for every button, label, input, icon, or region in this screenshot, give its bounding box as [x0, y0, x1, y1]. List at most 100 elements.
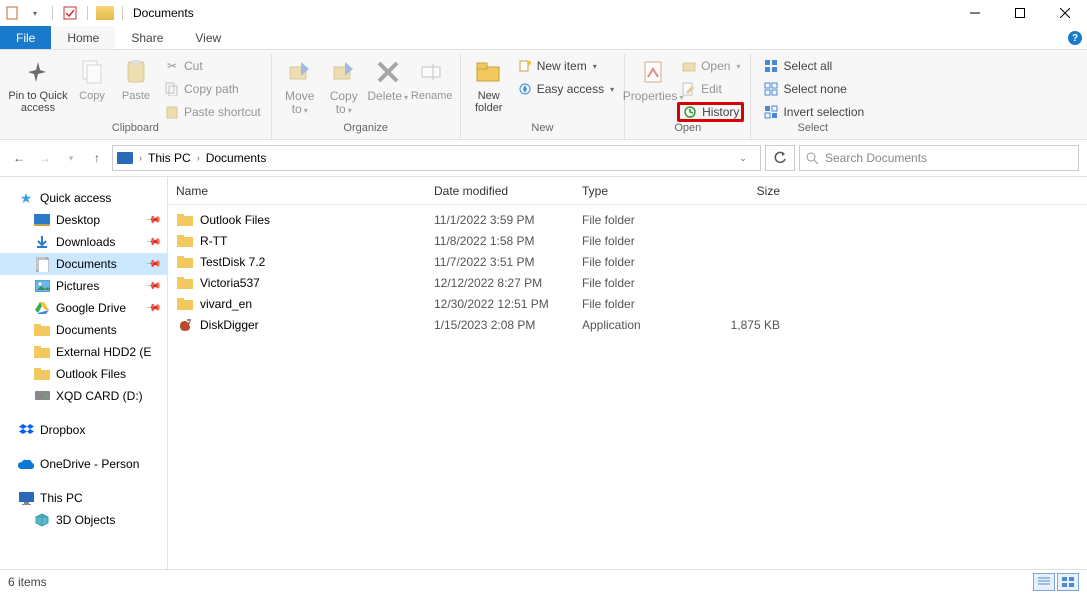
delete-button[interactable]: Delete▾: [366, 54, 410, 120]
refresh-button[interactable]: [765, 145, 795, 171]
easy-access-icon: [517, 81, 533, 97]
folder-icon: [176, 275, 194, 291]
move-to-button[interactable]: Move to▾: [278, 54, 322, 120]
sidebar-documents-2[interactable]: Documents: [0, 319, 167, 341]
tab-share[interactable]: Share: [115, 26, 179, 49]
this-pc-icon: [117, 152, 133, 164]
sidebar-desktop[interactable]: Desktop📌: [0, 209, 167, 231]
quick-access-toolbar: ▾: [4, 4, 127, 22]
copy-to-button[interactable]: Copy to▾: [322, 54, 366, 120]
main-area: ★Quick access Desktop📌 Downloads📌 Docume…: [0, 176, 1087, 569]
search-input[interactable]: Search Documents: [799, 145, 1079, 171]
qat-properties-icon[interactable]: [4, 4, 22, 22]
qat-check-icon[interactable]: [61, 4, 79, 22]
large-icons-view-button[interactable]: [1057, 573, 1079, 591]
delete-icon: [372, 56, 404, 88]
sidebar-outlook-files[interactable]: Outlook Files: [0, 363, 167, 385]
copy-to-icon: [328, 56, 360, 88]
help-icon: ?: [1068, 31, 1082, 45]
paste-button[interactable]: Paste: [114, 54, 158, 120]
breadcrumb-documents[interactable]: Documents: [206, 151, 267, 165]
new-item-icon: [517, 58, 533, 74]
properties-button[interactable]: Properties▾: [631, 54, 675, 120]
paste-shortcut-button[interactable]: Paste shortcut: [160, 102, 265, 122]
sidebar-onedrive[interactable]: OneDrive - Person: [0, 453, 167, 475]
file-name: Outlook Files: [200, 213, 434, 227]
ribbon-group-select: Select all Select none Invert selection …: [751, 54, 874, 139]
up-button[interactable]: ↑: [86, 147, 108, 169]
move-to-icon: [284, 56, 316, 88]
sidebar-downloads[interactable]: Downloads📌: [0, 231, 167, 253]
file-row[interactable]: DiskDigger1/15/2023 2:08 PMApplication1,…: [176, 314, 1087, 335]
status-bar: 6 items: [0, 569, 1087, 593]
sidebar-external-hdd[interactable]: External HDD2 (E: [0, 341, 167, 363]
sidebar-this-pc[interactable]: This PC: [0, 487, 167, 509]
open-button[interactable]: Open▾: [677, 56, 744, 76]
tab-home[interactable]: Home: [51, 26, 115, 49]
invert-selection-button[interactable]: Invert selection: [759, 102, 868, 122]
select-all-button[interactable]: Select all: [759, 56, 868, 76]
file-date: 11/7/2022 3:51 PM: [434, 255, 582, 269]
breadcrumb-this-pc[interactable]: This PC: [148, 151, 191, 165]
file-row[interactable]: Outlook Files11/1/2022 3:59 PMFile folde…: [176, 209, 1087, 230]
file-name: R-TT: [200, 234, 434, 248]
sidebar-documents[interactable]: Documents📌: [0, 253, 167, 275]
easy-access-button[interactable]: Easy access▾: [513, 79, 618, 99]
file-type: File folder: [582, 255, 700, 269]
invert-icon: [763, 104, 779, 120]
pin-icon: 📌: [144, 212, 161, 229]
folder-icon: [34, 344, 50, 360]
column-type[interactable]: Type: [582, 184, 700, 198]
new-folder-button[interactable]: New folder: [467, 54, 511, 120]
sidebar-3d-objects[interactable]: 3D Objects: [0, 509, 167, 531]
copy-button[interactable]: Copy: [70, 54, 114, 120]
column-date[interactable]: Date modified: [434, 184, 582, 198]
column-headers: Name Date modified Type Size: [168, 177, 1087, 205]
close-button[interactable]: [1042, 0, 1087, 26]
file-row[interactable]: vivard_en12/30/2022 12:51 PMFile folder: [176, 293, 1087, 314]
3d-objects-icon: [34, 512, 50, 528]
tab-file[interactable]: File: [0, 26, 51, 49]
sidebar-dropbox[interactable]: Dropbox: [0, 419, 167, 441]
chevron-right-icon: ›: [139, 153, 142, 163]
minimize-button[interactable]: [952, 0, 997, 26]
cut-button[interactable]: ✂Cut: [160, 56, 265, 76]
rename-button[interactable]: Rename: [410, 54, 454, 120]
history-button[interactable]: History: [677, 102, 744, 122]
recent-locations-button[interactable]: ▾: [60, 147, 82, 169]
sidebar-quick-access[interactable]: ★Quick access: [0, 187, 167, 209]
sidebar-xqd-card[interactable]: XQD CARD (D:): [0, 385, 167, 407]
help-button[interactable]: ?: [1063, 26, 1087, 50]
column-name[interactable]: Name: [176, 184, 434, 198]
this-pc-icon: [18, 490, 34, 506]
back-button[interactable]: ←: [8, 147, 30, 169]
dropbox-icon: [18, 422, 34, 438]
file-size: 1,875 KB: [700, 318, 780, 332]
edit-button[interactable]: Edit: [677, 79, 744, 99]
sidebar-pictures[interactable]: Pictures📌: [0, 275, 167, 297]
file-type: File folder: [582, 234, 700, 248]
navigation-pane: ★Quick access Desktop📌 Downloads📌 Docume…: [0, 177, 168, 569]
new-folder-icon: [473, 56, 505, 88]
file-row[interactable]: R-TT11/8/2022 1:58 PMFile folder: [176, 230, 1087, 251]
file-row[interactable]: Victoria53712/12/2022 8:27 PMFile folder: [176, 272, 1087, 293]
ribbon-group-organize: Move to▾ Copy to▾ Delete▾ Rename Organiz…: [272, 54, 461, 139]
new-item-button[interactable]: New item▾: [513, 56, 618, 76]
tab-view[interactable]: View: [179, 26, 237, 49]
qat-dropdown-icon[interactable]: ▾: [26, 4, 44, 22]
details-view-button[interactable]: [1033, 573, 1055, 591]
pin-to-quick-access-button[interactable]: Pin to Quick access: [6, 54, 70, 120]
column-size[interactable]: Size: [700, 184, 780, 198]
file-type: File folder: [582, 213, 700, 227]
file-row[interactable]: TestDisk 7.211/7/2022 3:51 PMFile folder: [176, 251, 1087, 272]
file-name: TestDisk 7.2: [200, 255, 434, 269]
search-icon: [806, 152, 819, 165]
select-none-button[interactable]: Select none: [759, 79, 868, 99]
copy-path-button[interactable]: Copy path: [160, 79, 265, 99]
address-dropdown-button[interactable]: ⌄: [730, 146, 756, 170]
pin-icon: 📌: [144, 278, 161, 295]
sidebar-google-drive[interactable]: Google Drive📌: [0, 297, 167, 319]
forward-button[interactable]: →: [34, 147, 56, 169]
address-bar[interactable]: › This PC › Documents ⌄: [112, 145, 761, 171]
maximize-button[interactable]: [997, 0, 1042, 26]
